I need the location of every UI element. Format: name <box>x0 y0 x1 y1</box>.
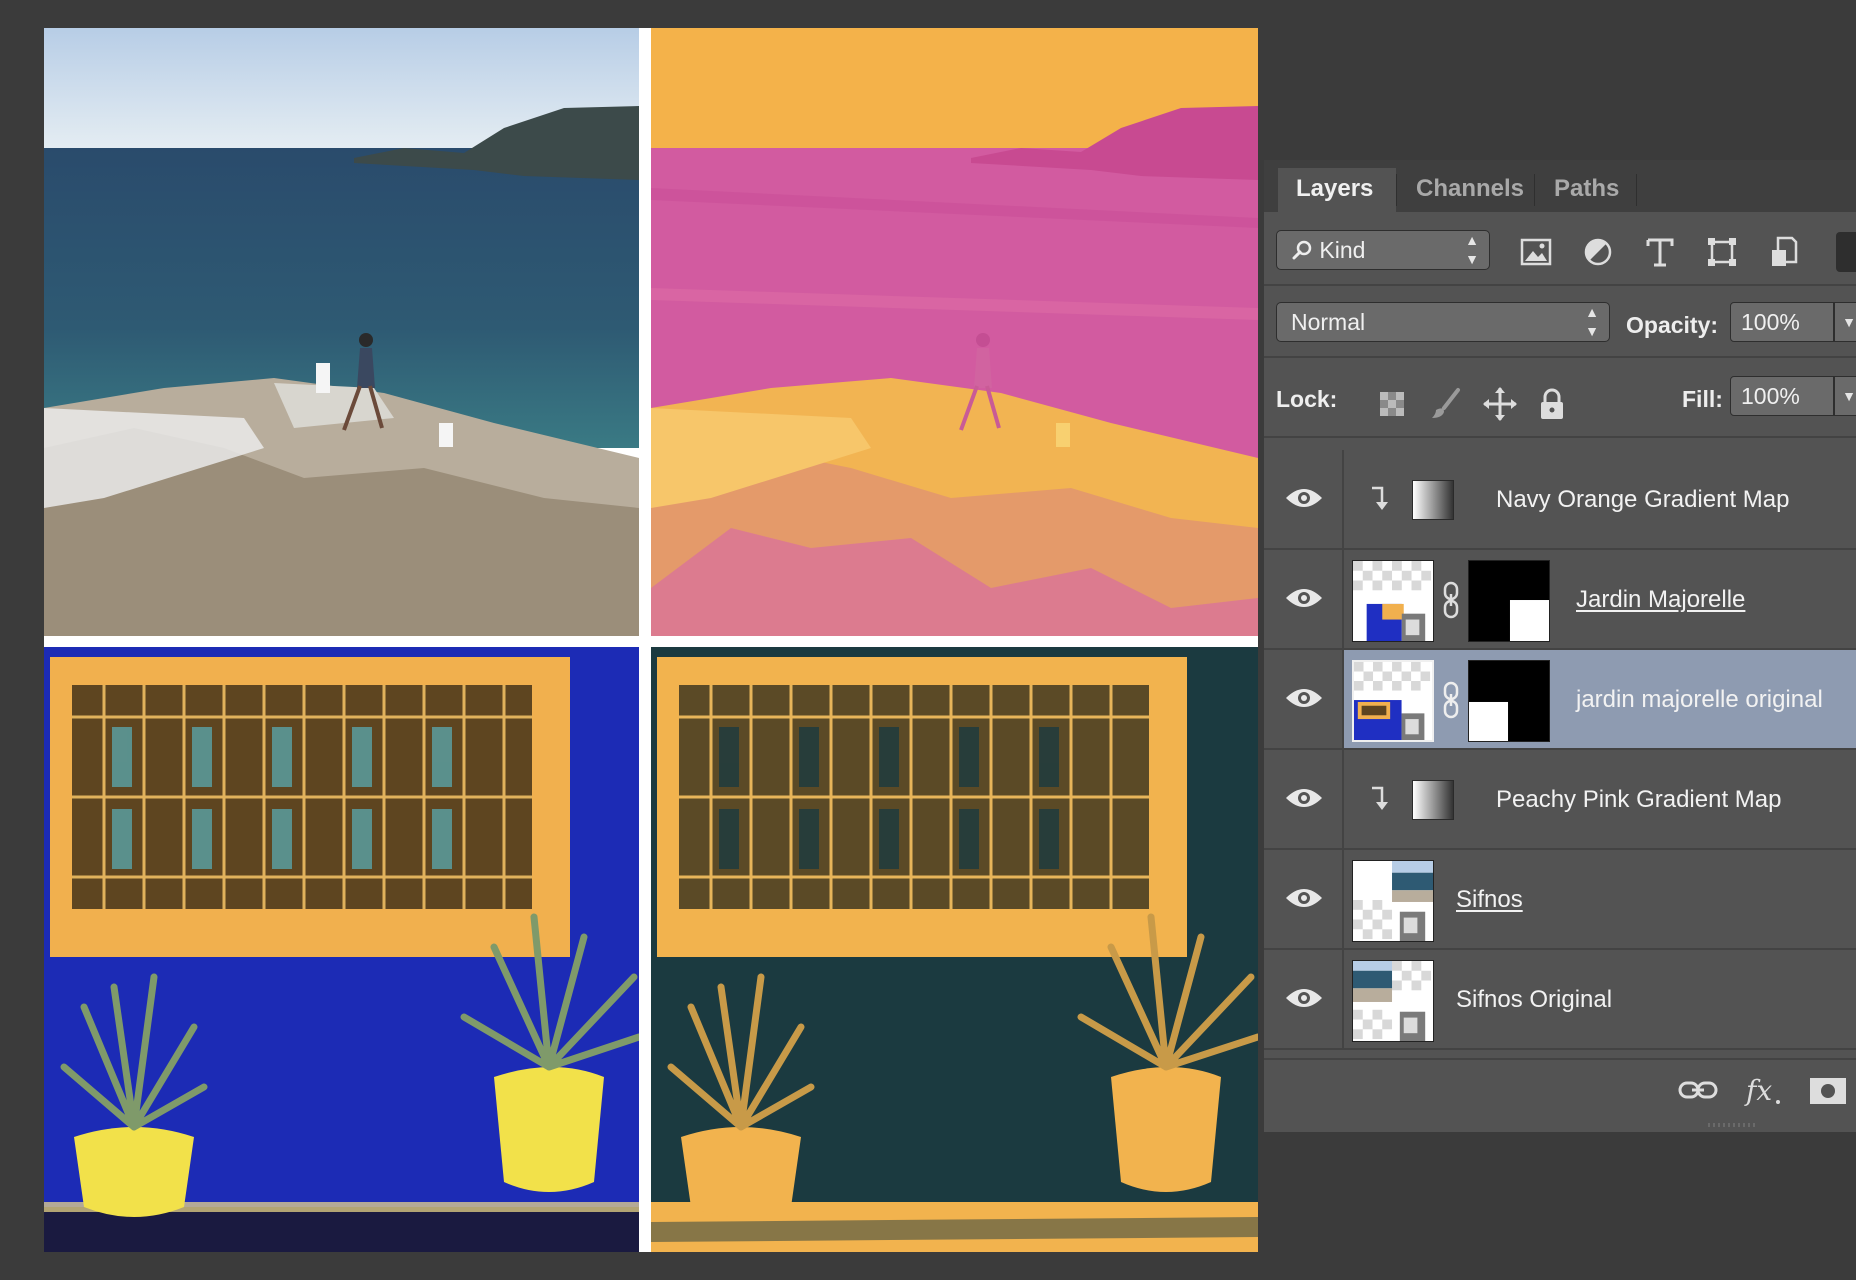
layers-panel: Layers Channels Paths Kind ▲ ▼ Normal ▲ ▼ … <box>1264 160 1856 1132</box>
jardin-majorelle-gradient-photo <box>651 647 1258 1252</box>
fill-label: Fill: <box>1682 386 1723 412</box>
layer-row[interactable]: Peachy Pink Gradient Map <box>1264 750 1856 850</box>
opacity-dropdown-arrow[interactable]: ▼ <box>1834 302 1856 342</box>
link-chain-icon[interactable] <box>1440 680 1462 720</box>
sifnos-original-photo <box>44 28 639 636</box>
adjustment-filter-icon[interactable] <box>1578 232 1618 272</box>
layer-name[interactable]: Peachy Pink Gradient Map <box>1496 750 1781 850</box>
layer-mask-thumbnail[interactable] <box>1468 560 1550 642</box>
shape-filter-icon[interactable] <box>1702 232 1742 272</box>
panel-resize-grip[interactable] <box>1708 1116 1758 1127</box>
blend-mode-select[interactable]: Normal ▲ ▼ <box>1276 302 1610 342</box>
visibility-toggle[interactable] <box>1264 450 1344 548</box>
layer-name[interactable]: Sifnos <box>1456 850 1523 950</box>
layer-name[interactable]: Jardin Majorelle <box>1576 550 1745 650</box>
layer-thumbnail[interactable] <box>1352 860 1434 942</box>
tab-separator <box>1534 174 1535 206</box>
layer-thumbnail[interactable] <box>1352 560 1434 642</box>
lock-all-icon[interactable] <box>1532 384 1572 424</box>
layer-name[interactable]: jardin majorelle original <box>1576 650 1823 750</box>
updown-arrows-icon: ▲ ▼ <box>1585 304 1599 339</box>
gradient-map-thumbnail[interactable] <box>1412 780 1454 820</box>
layer-row-selected[interactable]: jardin majorelle original <box>1264 650 1856 750</box>
visibility-toggle[interactable] <box>1264 650 1344 748</box>
visibility-toggle[interactable] <box>1264 950 1344 1048</box>
layer-name[interactable]: Navy Orange Gradient Map <box>1496 450 1789 550</box>
filter-kind-select[interactable]: Kind ▲ ▼ <box>1276 230 1490 270</box>
layer-effects-icon[interactable]: fx <box>1740 1072 1784 1108</box>
eye-icon[interactable] <box>1284 784 1324 812</box>
layers-list[interactable]: Navy Orange Gradient Map Jardin Majorell… <box>1264 450 1856 1058</box>
layer-name[interactable]: Sifnos Original <box>1456 950 1612 1050</box>
divider <box>1264 284 1856 286</box>
fill-field[interactable]: 100% <box>1730 376 1834 416</box>
filter-kind-label: Kind <box>1319 237 1366 263</box>
smart-object-filter-icon[interactable] <box>1764 232 1804 272</box>
clipping-arrow-icon <box>1368 784 1390 812</box>
tab-layers[interactable]: Layers <box>1278 168 1396 212</box>
gradient-map-thumbnail[interactable] <box>1412 480 1454 520</box>
eye-icon[interactable] <box>1284 884 1324 912</box>
layers-bottom-toolbar: fx <box>1264 1058 1856 1120</box>
visibility-toggle[interactable] <box>1264 550 1344 648</box>
search-icon <box>1291 234 1313 260</box>
type-filter-icon[interactable] <box>1640 232 1680 272</box>
divider <box>1264 436 1856 438</box>
visibility-toggle[interactable] <box>1264 850 1344 948</box>
layer-row[interactable]: Sifnos Original <box>1264 950 1856 1050</box>
tab-channels[interactable]: Channels <box>1398 168 1534 212</box>
updown-arrows-icon: ▲ ▼ <box>1465 232 1479 267</box>
image-filter-icon[interactable] <box>1516 232 1556 272</box>
add-layer-mask-icon[interactable] <box>1800 1072 1856 1108</box>
fill-dropdown-arrow[interactable]: ▼ <box>1834 376 1856 416</box>
layer-thumbnail[interactable] <box>1352 960 1434 1042</box>
tab-paths[interactable]: Paths <box>1536 168 1636 212</box>
lock-transparent-pixels-icon[interactable] <box>1372 384 1412 424</box>
tab-separator <box>1396 174 1397 206</box>
eye-icon[interactable] <box>1284 484 1324 512</box>
link-layers-icon[interactable] <box>1676 1072 1720 1108</box>
link-chain-icon[interactable] <box>1440 580 1462 620</box>
layer-mask-thumbnail[interactable] <box>1468 660 1550 742</box>
blend-mode-value: Normal <box>1291 309 1366 335</box>
filter-toggle-switch[interactable] <box>1836 232 1856 272</box>
document-canvas[interactable] <box>44 28 1258 1252</box>
eye-icon[interactable] <box>1284 984 1324 1012</box>
lock-position-icon[interactable] <box>1480 384 1520 424</box>
opacity-field[interactable]: 100% <box>1730 302 1834 342</box>
jardin-majorelle-original-photo <box>44 647 639 1252</box>
lock-image-pixels-icon[interactable] <box>1426 384 1466 424</box>
layer-thumbnail[interactable] <box>1352 660 1434 742</box>
layer-row[interactable]: Jardin Majorelle <box>1264 550 1856 650</box>
panel-tab-bar: Layers Channels Paths <box>1264 160 1856 212</box>
visibility-toggle[interactable] <box>1264 750 1344 848</box>
layer-row[interactable]: Sifnos <box>1264 850 1856 950</box>
divider <box>1264 356 1856 358</box>
eye-icon[interactable] <box>1284 584 1324 612</box>
tab-separator <box>1636 174 1637 206</box>
opacity-label: Opacity: <box>1626 312 1719 338</box>
clipping-arrow-icon <box>1368 484 1390 512</box>
eye-icon[interactable] <box>1284 684 1324 712</box>
layer-row[interactable]: Navy Orange Gradient Map <box>1264 450 1856 550</box>
svg-text:fx: fx <box>1744 1074 1772 1107</box>
sifnos-gradient-photo <box>651 28 1258 636</box>
lock-label: Lock: <box>1276 386 1338 412</box>
